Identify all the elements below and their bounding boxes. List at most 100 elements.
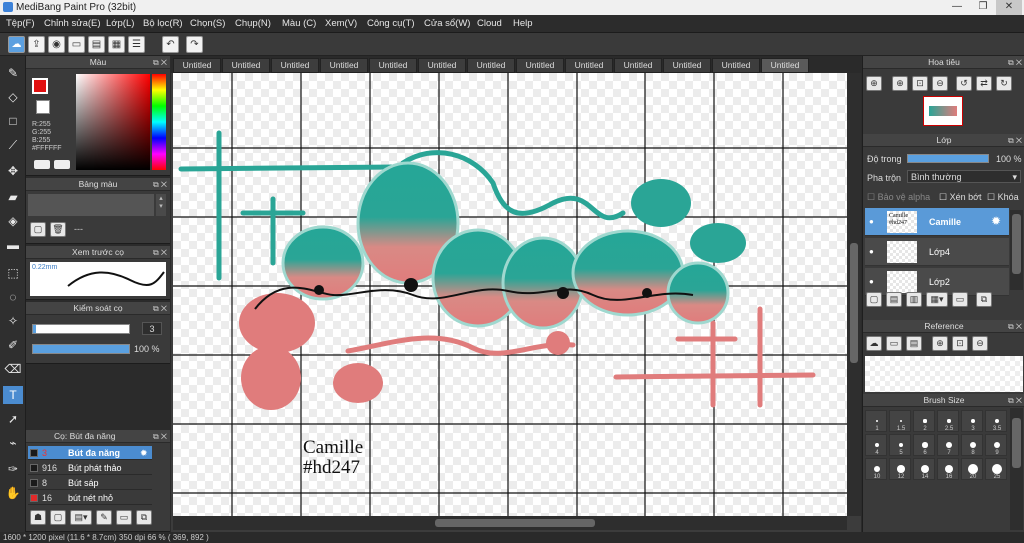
- panel-float-icon[interactable]: ⧉ ✕: [153, 302, 167, 315]
- fit-icon[interactable]: ⊡: [912, 76, 928, 91]
- foreground-color-swatch[interactable]: [32, 78, 48, 94]
- navigator-thumbnail[interactable]: [923, 96, 963, 126]
- document-tab[interactable]: Untitled: [614, 58, 662, 73]
- ref-fit-icon[interactable]: ⊡: [952, 336, 968, 351]
- brush-edit-icon[interactable]: ✎: [96, 510, 112, 525]
- layer-scrollbar[interactable]: [1010, 210, 1023, 290]
- document-tab[interactable]: Untitled: [320, 58, 368, 73]
- panel-float-icon[interactable]: ⧉ ✕: [153, 430, 167, 443]
- menu-filter[interactable]: Bộ lọc(R): [143, 18, 183, 29]
- new-layer-3-icon[interactable]: ▥: [906, 292, 922, 307]
- rectangle-tool-icon[interactable]: □: [3, 112, 23, 130]
- minimize-button[interactable]: —: [944, 0, 970, 15]
- gear-icon[interactable]: ✹: [991, 214, 1001, 228]
- dropper-tool-icon[interactable]: ⌁: [3, 434, 23, 452]
- color-swap-icon[interactable]: [54, 160, 70, 169]
- brush-list-item[interactable]: 3 Bút đa năng ✹: [28, 446, 152, 460]
- zoom-in-small-icon[interactable]: ⊕: [892, 76, 908, 91]
- layer-duplicate-icon[interactable]: ⧉: [976, 292, 992, 307]
- comment-icon[interactable]: ◉: [48, 36, 65, 53]
- brush-list-item[interactable]: 8 Bút sáp: [28, 476, 152, 490]
- document-tab[interactable]: Untitled: [712, 58, 760, 73]
- vertical-scrollbar[interactable]: [847, 73, 861, 516]
- document-tab[interactable]: Untitled: [565, 58, 613, 73]
- blend-mode-select[interactable]: Bình thường ▾: [907, 170, 1021, 183]
- menu-tools[interactable]: Công cụ(T): [367, 18, 415, 29]
- lock-checkbox[interactable]: ☐ Khóa: [987, 192, 1019, 203]
- ref-zoom-in-icon[interactable]: ⊕: [932, 336, 948, 351]
- flip-icon[interactable]: ⇄: [976, 76, 992, 91]
- undo-icon[interactable]: ↶: [162, 36, 179, 53]
- eye-icon[interactable]: ●: [869, 217, 874, 226]
- panel-float-icon[interactable]: ⧉ ✕: [1008, 320, 1022, 333]
- new-layer-2-icon[interactable]: ▤: [886, 292, 902, 307]
- ref-zoom-out-icon[interactable]: ⊖: [972, 336, 988, 351]
- brush-size-cell[interactable]: 10: [865, 458, 887, 480]
- zoom-in-icon[interactable]: ⊕: [866, 76, 882, 91]
- open-reference-icon[interactable]: ▭: [886, 336, 902, 351]
- text-tool-icon[interactable]: T: [3, 386, 23, 404]
- brush-size-cell[interactable]: 2.5: [937, 410, 959, 432]
- brush-size-cell[interactable]: 6: [913, 434, 935, 456]
- brush-list-item[interactable]: 916 Bút phát thảo: [28, 461, 152, 475]
- menu-layer[interactable]: Lớp(L): [106, 18, 134, 29]
- grid-doc-icon[interactable]: ▦: [108, 36, 125, 53]
- brush-size-cell[interactable]: 2: [913, 410, 935, 432]
- menu-cloud[interactable]: Cloud: [477, 18, 502, 29]
- protect-alpha-checkbox[interactable]: ☐ Bảo vệ alpha: [867, 192, 930, 203]
- brush-size-cell[interactable]: 3.5: [985, 410, 1007, 432]
- reference-view[interactable]: [865, 356, 1023, 392]
- brush-size-cell[interactable]: 1: [865, 410, 887, 432]
- menu-window[interactable]: Cửa sổ(W): [424, 18, 470, 29]
- panel-float-icon[interactable]: ⧉ ✕: [1008, 394, 1022, 407]
- document-tab[interactable]: Untitled: [418, 58, 466, 73]
- brush-size-slider[interactable]: [32, 324, 130, 334]
- menu-edit[interactable]: Chỉnh sửa(E): [44, 18, 101, 29]
- menu-file[interactable]: Tệp(F): [6, 18, 35, 29]
- lasso-tool-icon[interactable]: ◌: [3, 288, 23, 306]
- menu-capture[interactable]: Chụp(N): [235, 18, 271, 29]
- document-tab[interactable]: Untitled: [369, 58, 417, 73]
- new-layer-icon[interactable]: ▢: [866, 292, 882, 307]
- rotate-right-icon[interactable]: ↻: [996, 76, 1012, 91]
- brush-size-scrollbar[interactable]: [1010, 408, 1023, 530]
- duplicate-icon[interactable]: ⧉: [136, 510, 152, 525]
- brush-size-cell[interactable]: 8: [961, 434, 983, 456]
- layer-opacity-slider[interactable]: [907, 154, 989, 163]
- brush-size-cell[interactable]: 12: [889, 458, 911, 480]
- document-tab[interactable]: Untitled: [173, 58, 221, 73]
- document-tab[interactable]: Untitled: [761, 58, 809, 73]
- move-tool-icon[interactable]: ✥: [3, 162, 23, 180]
- brush-size-cell[interactable]: 3: [961, 410, 983, 432]
- layer-row[interactable]: ● Camille #hd247 Camille ✹: [865, 208, 1009, 236]
- menu-color[interactable]: Màu (C): [282, 18, 316, 29]
- palette-area[interactable]: [28, 194, 154, 216]
- select-pen-icon[interactable]: ✐: [3, 336, 23, 354]
- drawing-canvas[interactable]: Camille #hd247: [173, 73, 847, 516]
- brush-size-cell[interactable]: 9: [985, 434, 1007, 456]
- chat-icon[interactable]: ▭: [68, 36, 85, 53]
- magic-wand-icon[interactable]: ✧: [3, 312, 23, 330]
- layer-add-menu-icon[interactable]: ▦▾: [926, 292, 948, 307]
- eye-icon[interactable]: ●: [869, 277, 874, 286]
- color-add-icon[interactable]: [34, 160, 50, 169]
- zoom-out-icon[interactable]: ⊖: [932, 76, 948, 91]
- eyedropper-icon[interactable]: ✑: [3, 460, 23, 478]
- brush-tool-icon[interactable]: ✎: [3, 64, 23, 82]
- brush-size-cell[interactable]: 4: [865, 434, 887, 456]
- brush-menu-icon[interactable]: ▤▾: [70, 510, 92, 525]
- cloud-upload-icon[interactable]: ☁: [866, 336, 882, 351]
- new-document-icon[interactable]: ▢: [30, 222, 46, 237]
- menu-select[interactable]: Chọn(S): [190, 18, 225, 29]
- gradient-tool-icon[interactable]: ▬: [3, 236, 23, 254]
- select-eraser-icon[interactable]: ⌫: [3, 360, 23, 378]
- document-tab[interactable]: Untitled: [271, 58, 319, 73]
- brush-size-cell[interactable]: 5: [889, 434, 911, 456]
- brush-size-value[interactable]: 3: [142, 322, 162, 335]
- maximize-button[interactable]: ❐: [970, 0, 996, 15]
- fill-tool-icon[interactable]: ▰: [3, 188, 23, 206]
- saturation-value-picker[interactable]: [76, 74, 150, 170]
- hand-tool-icon[interactable]: ✋: [3, 484, 23, 502]
- brush-size-cell[interactable]: 7: [937, 434, 959, 456]
- menu-view[interactable]: Xem(V): [325, 18, 357, 29]
